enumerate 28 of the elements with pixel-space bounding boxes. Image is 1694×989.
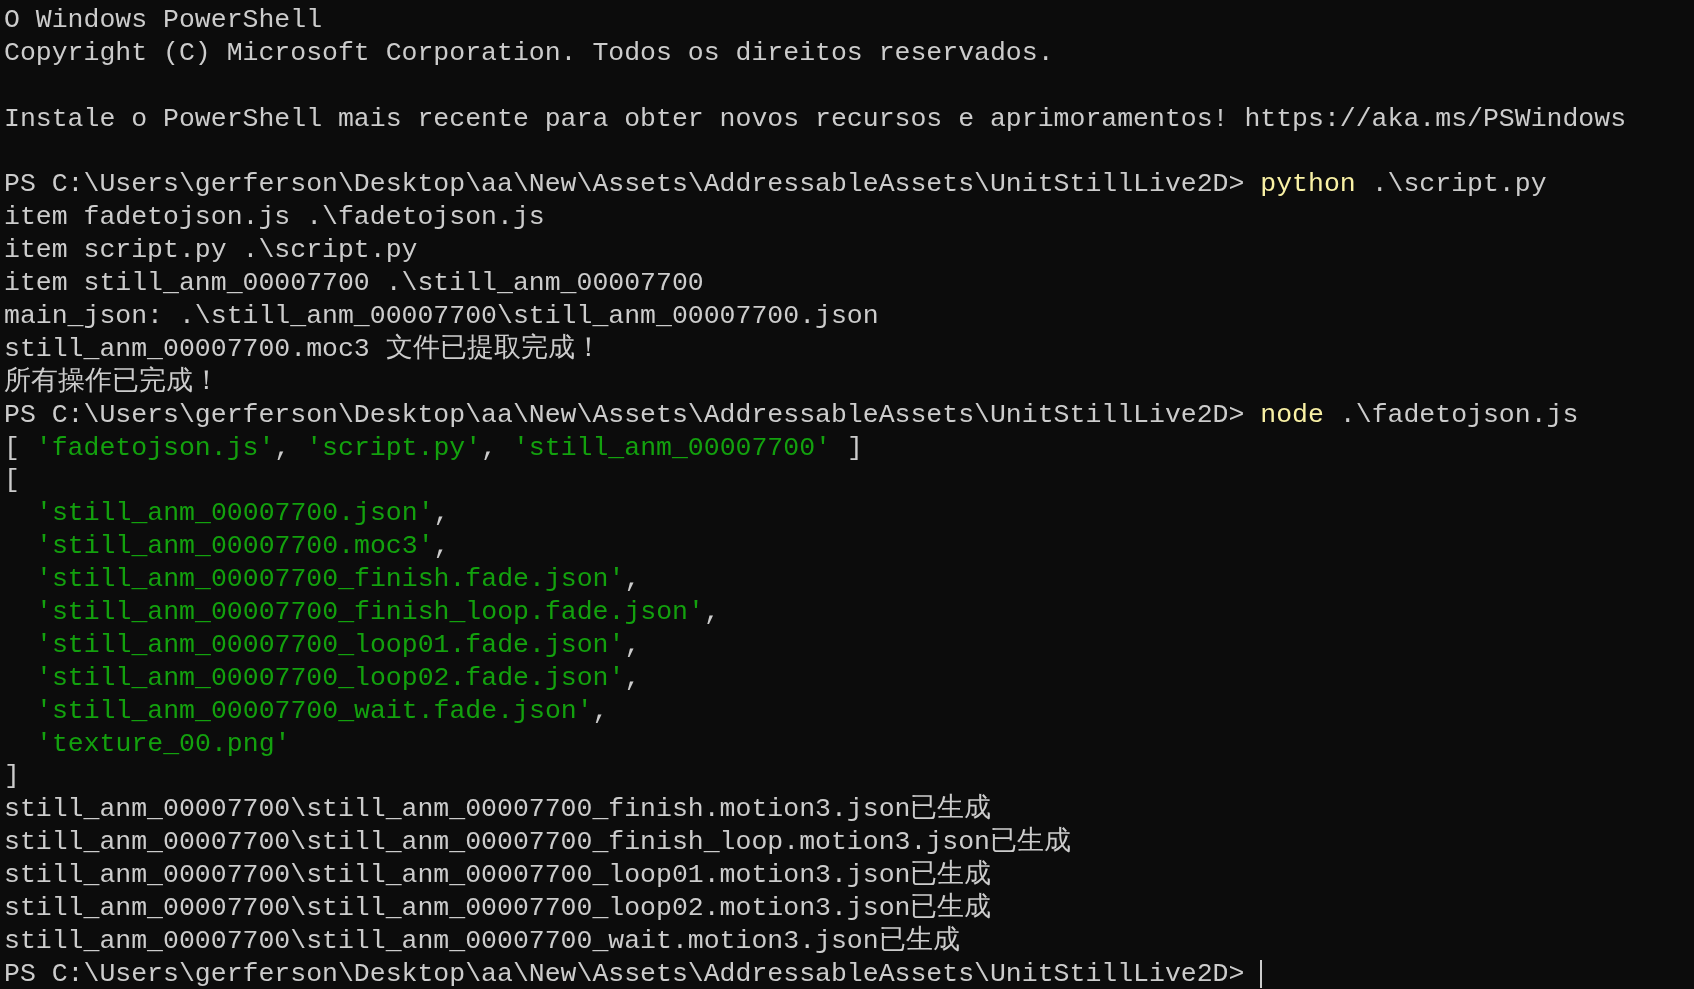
- terminal-line: 'still_anm_00007700_loop02.fade.json',: [36, 661, 641, 695]
- terminal-line: Copyright (C) Microsoft Corporation. Todos os direitos reservados.: [4, 36, 1054, 70]
- terminal-line: 'still_anm_00007700_wait.fade.json',: [36, 694, 609, 728]
- terminal-line: still_anm_00007700\still_anm_00007700_loop01.motion3.json已生成: [4, 859, 992, 892]
- terminal-line: item fadetojson.js .\fadetojson.js: [4, 201, 545, 235]
- terminal-line: 'still_anm_00007700.json',: [36, 497, 450, 531]
- terminal-line: still_anm_00007700\still_anm_00007700_wait.motion3.json已生成: [4, 924, 960, 958]
- terminal-line: 'still_anm_00007700_loop01.fade.json',: [36, 628, 641, 662]
- terminal-line: 'still_anm_00007700_finish_loop.fade.json',: [36, 596, 720, 629]
- terminal-line: PS C:\Users\gerferson\Desktop\aa\New\Assets\AddressableAssets\UnitStillLive2D>: [4, 957, 1246, 989]
- terminal-line: item script.py .\script.py: [4, 234, 418, 268]
- terminal-line: 'still_anm_00007700_finish.fade.json',: [36, 563, 641, 597]
- terminal-line: O Windows PowerShell: [4, 4, 323, 37]
- terminal-line: still_anm_00007700\still_anm_00007700_finish.motion3.json已生成: [4, 793, 992, 827]
- terminal-line: 所有操作已完成！: [4, 365, 220, 399]
- terminal-line: still_anm_00007700\still_anm_00007700_finish_loop.motion3.json已生成: [4, 826, 1071, 859]
- terminal-line: ]: [4, 760, 20, 794]
- terminal-line: [: [4, 464, 20, 498]
- terminal-line: main_json: .\still_anm_00007700\still_anm_00007700.json: [4, 300, 879, 333]
- terminal-line: 'still_anm_00007700.moc3',: [36, 530, 450, 564]
- terminal-line: PS C:\Users\gerferson\Desktop\aa\New\Assets\AddressableAssets\UnitStillLive2D> python .\script.py: [4, 168, 1547, 202]
- terminal-line: item still_anm_00007700 .\still_anm_00007700: [4, 267, 704, 301]
- terminal-line: Instale o PowerShell mais recente para obter novos recursos e aprimoramentos! https://aka.ms/PSWindows: [4, 102, 1627, 136]
- terminal-line: still_anm_00007700\still_anm_00007700_loop02.motion3.json已生成: [4, 892, 992, 925]
- terminal-line: still_anm_00007700.moc3 文件已提取完成！: [4, 332, 602, 366]
- terminal-line: PS C:\Users\gerferson\Desktop\aa\New\Assets\AddressableAssets\UnitStillLive2D> node .\fadetojson.js: [4, 398, 1579, 432]
- terminal-line: 'texture_00.png': [36, 727, 291, 761]
- terminal-line: [ 'fadetojson.js', 'script.py', 'still_anm_00007700' ]: [4, 431, 863, 465]
